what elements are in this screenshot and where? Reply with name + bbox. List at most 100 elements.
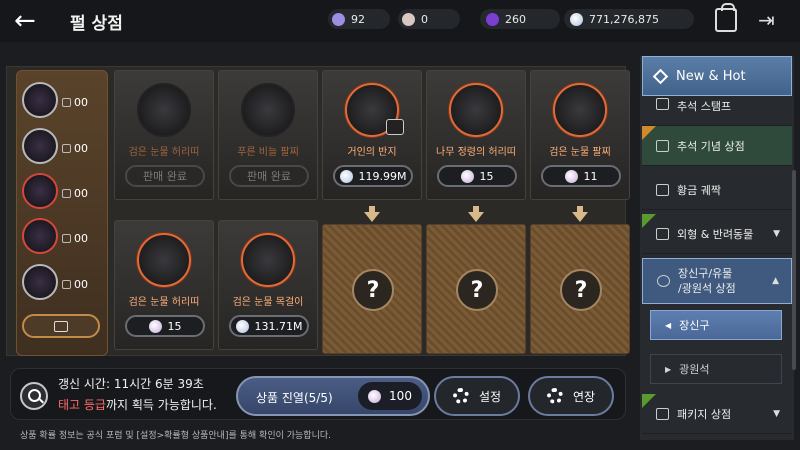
item-name: 검은 눈물 허리띠 bbox=[128, 297, 200, 308]
settings-button[interactable]: 설정 bbox=[434, 376, 520, 416]
sidebar-subitem-accessory[interactable]: ◀ 장신구 bbox=[650, 310, 782, 340]
owned-slot-1[interactable] bbox=[22, 82, 58, 118]
sidebar-item-appearance-pets[interactable]: 외형 & 반려동물 ▼ bbox=[642, 214, 792, 254]
extend-button[interactable]: 연장 bbox=[528, 376, 614, 416]
owned-slot-3[interactable] bbox=[22, 173, 58, 209]
settings-label: 설정 bbox=[478, 389, 502, 404]
page-title: 펄 상점 bbox=[70, 14, 123, 34]
chevron-right-icon: ▶ bbox=[665, 364, 672, 374]
price-button[interactable]: 131.71M bbox=[229, 315, 309, 337]
price-text: 15 bbox=[479, 169, 494, 183]
sidebar-item-accessory-shop[interactable]: 장신구/유물 /광원석 상점 ▲ bbox=[642, 258, 792, 304]
owned-items-button[interactable] bbox=[22, 314, 100, 338]
shop-card[interactable]: 나무 정령의 허리띠 15 bbox=[426, 70, 526, 200]
price-button: 판매 완료 bbox=[125, 165, 205, 187]
energy-icon bbox=[332, 13, 345, 26]
new-hot-label: New & Hot bbox=[676, 68, 746, 84]
grade-highlight: 태고 등급 bbox=[58, 398, 106, 412]
sidebar-subitem-lightstone[interactable]: ▶ 광원석 bbox=[650, 354, 782, 384]
silver-icon bbox=[339, 169, 353, 183]
sidebar-item-chuseok-stamp[interactable]: 추석 스탬프 bbox=[642, 96, 792, 126]
shop-card[interactable]: 검은 눈물 허리띠 판매 완료 bbox=[114, 70, 214, 200]
item-image bbox=[449, 83, 503, 137]
qty-text: 00 bbox=[74, 141, 88, 155]
inventory-bag-icon[interactable] bbox=[715, 3, 737, 32]
subitem-label: 장신구 bbox=[679, 319, 710, 332]
shop-card[interactable]: 푸른 비늘 팔찌 판매 완료 bbox=[218, 70, 318, 200]
sidebar-item-package-shop[interactable]: 패키지 상점 ▼ bbox=[642, 394, 792, 434]
chest-icon bbox=[656, 183, 669, 196]
item-image bbox=[137, 233, 191, 287]
subitem-label: 광원석 bbox=[679, 363, 710, 376]
item-image bbox=[137, 83, 191, 137]
down-arrow-icon bbox=[364, 212, 380, 222]
sidebar-item-label: 패키지 상점 bbox=[677, 407, 732, 421]
back-arrow-icon[interactable]: ← bbox=[14, 8, 48, 34]
item-name: 거인의 반지 bbox=[347, 147, 397, 158]
price-button[interactable]: 15 bbox=[437, 165, 517, 187]
currency-energy-value: 92 bbox=[351, 13, 365, 26]
price-button[interactable]: 119.99M bbox=[333, 165, 413, 187]
owned-slot-2[interactable] bbox=[22, 128, 58, 164]
currency-pearl-value: 260 bbox=[505, 13, 526, 26]
item-name: 푸른 비늘 팔찌 bbox=[237, 147, 299, 158]
sidebar-item-label: 황금 궤짝 bbox=[677, 183, 721, 197]
gear-icon bbox=[452, 388, 469, 404]
pearl-fragment-icon bbox=[402, 13, 415, 26]
sidebar-item-label: 장신구/유물 /광원석 상점 bbox=[678, 267, 736, 295]
mystery-slot[interactable]: ? bbox=[322, 224, 422, 354]
sidebar-item-label: 외형 & 반려동물 bbox=[677, 227, 754, 241]
item-image bbox=[553, 83, 607, 137]
owned-slot-4[interactable] bbox=[22, 218, 58, 254]
new-badge-icon bbox=[642, 214, 656, 228]
sidebar-item-label: 추석 스탬프 bbox=[677, 100, 732, 113]
qty-text: 00 bbox=[74, 186, 88, 200]
chevron-down-icon: ▼ bbox=[773, 228, 780, 239]
shop-card[interactable]: 거인의 반지 119.99M bbox=[322, 70, 422, 200]
price-button: 판매 완료 bbox=[229, 165, 309, 187]
item-name: 검은 눈물 허리띠 bbox=[128, 147, 200, 158]
price-text: 119.99M bbox=[358, 169, 407, 183]
owned-slot-qty-1: 00 bbox=[62, 94, 102, 110]
display-label: 상품 진열(5/5) bbox=[256, 391, 333, 405]
exit-icon[interactable]: ⇥ bbox=[758, 8, 784, 32]
chevron-left-icon: ◀ bbox=[665, 320, 672, 330]
display-cost: 100 bbox=[358, 382, 422, 410]
shop-card[interactable]: 검은 눈물 허리띠 15 bbox=[114, 220, 214, 350]
gear-icon bbox=[546, 388, 563, 404]
mystery-slot[interactable]: ? bbox=[426, 224, 526, 354]
pearl-icon bbox=[460, 169, 474, 183]
sidebar-scrollbar[interactable] bbox=[792, 170, 796, 370]
display-products-button[interactable]: 상품 진열(5/5) 100 bbox=[236, 376, 430, 416]
item-name: 검은 눈물 목걸이 bbox=[232, 297, 304, 308]
price-button[interactable]: 11 bbox=[541, 165, 621, 187]
crown-icon bbox=[656, 227, 669, 240]
price-button[interactable]: 15 bbox=[125, 315, 205, 337]
price-text: 11 bbox=[583, 169, 598, 183]
price-text: 판매 완료 bbox=[143, 170, 187, 183]
down-arrow-icon bbox=[572, 212, 588, 222]
mystery-slot[interactable]: ? bbox=[530, 224, 630, 354]
currency-silver: 771,276,875 bbox=[570, 11, 659, 28]
sidebar-new-hot[interactable]: New & Hot bbox=[642, 56, 792, 96]
qty-text: 00 bbox=[74, 231, 88, 245]
question-icon: ? bbox=[560, 269, 602, 311]
owned-slot-qty-4: 00 bbox=[62, 230, 102, 246]
shop-card[interactable]: 검은 눈물 목걸이 131.71M bbox=[218, 220, 318, 350]
pearl-icon bbox=[564, 169, 578, 183]
item-icon bbox=[62, 233, 71, 243]
search-icon[interactable] bbox=[20, 382, 48, 410]
sidebar-item-golden-chest[interactable]: 황금 궤짝 bbox=[642, 170, 792, 210]
owned-slot-5[interactable] bbox=[22, 264, 58, 300]
shop-card[interactable]: 검은 눈물 팔찌 11 bbox=[530, 70, 630, 200]
item-image bbox=[241, 233, 295, 287]
cost-text: 100 bbox=[389, 389, 412, 403]
currency-pearl: 260 bbox=[486, 11, 526, 28]
item-icon bbox=[62, 188, 71, 198]
refresh-timer: 갱신 시간: 11시간 6분 39초 bbox=[58, 377, 204, 391]
question-icon: ? bbox=[352, 269, 394, 311]
sidebar-item-chuseok-shop[interactable]: 추석 기념 상점 bbox=[642, 126, 792, 166]
currency-fragment: 0 bbox=[402, 11, 428, 28]
item-icon bbox=[62, 97, 71, 107]
down-arrow-icon bbox=[468, 212, 484, 222]
